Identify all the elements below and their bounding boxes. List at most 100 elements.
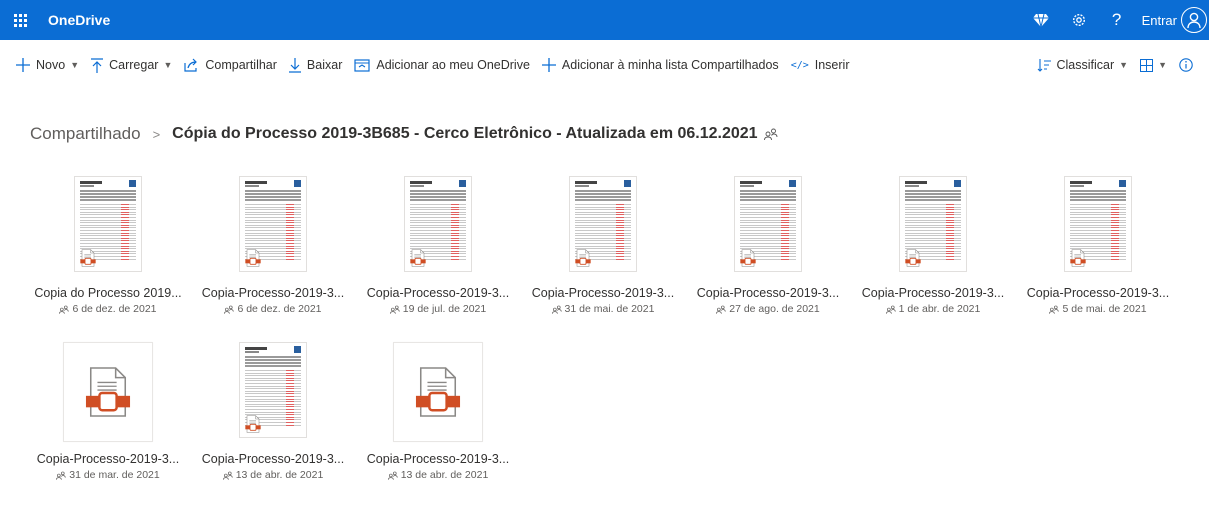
file-thumbnail[interactable]: [198, 176, 348, 276]
pdf-file-icon: [85, 367, 131, 417]
file-thumbnail[interactable]: [858, 176, 1008, 276]
file-grid: Copia do Processo 2019... 6 de dez. de 20…: [33, 176, 1203, 484]
upload-button[interactable]: Carregar ▼: [85, 49, 178, 81]
document-thumbnail: [239, 176, 307, 272]
file-tile[interactable]: Copia do Processo 2019... 6 de dez. de 20…: [33, 176, 183, 318]
file-thumbnail[interactable]: [363, 176, 513, 276]
plus-icon: [541, 58, 556, 72]
info-button[interactable]: [1173, 49, 1199, 81]
page-title: Cópia do Processo 2019-3B685 - Cerco Ele…: [172, 125, 758, 142]
shared-icon: [716, 305, 726, 314]
file-name[interactable]: Copia-Processo-2019-3...: [363, 452, 513, 466]
file-tile[interactable]: Copia-Processo-2019-3... 19 de jul. de 20…: [363, 176, 513, 318]
signin-link[interactable]: Entrar: [1142, 13, 1177, 28]
sort-icon: [1037, 58, 1051, 72]
shared-icon: [224, 305, 235, 314]
plus-icon: [16, 58, 30, 72]
file-meta: 13 de abr. de 2021: [198, 469, 348, 481]
file-name[interactable]: Copia-Processo-2019-3...: [33, 452, 183, 466]
file-thumbnail[interactable]: [693, 176, 843, 276]
file-thumbnail[interactable]: [33, 176, 183, 276]
file-thumbnail[interactable]: [33, 342, 183, 442]
shared-icon: [59, 305, 70, 314]
add-to-shared-label: Adicionar à minha lista Compartilhados: [561, 58, 779, 72]
file-thumbnail[interactable]: [363, 342, 513, 442]
shared-icon: [763, 128, 778, 140]
app-title[interactable]: OneDrive: [48, 12, 110, 28]
embed-label: Inserir: [814, 58, 850, 72]
shared-icon: [389, 305, 400, 314]
document-thumbnail: [734, 176, 802, 272]
embed-button[interactable]: </> Inserir: [785, 49, 856, 81]
shared-icon: [387, 471, 398, 480]
document-thumbnail: [569, 176, 637, 272]
file-thumbnail[interactable]: [528, 176, 678, 276]
file-thumbnail[interactable]: [198, 342, 348, 442]
file-date: 13 de abr. de 2021: [235, 469, 324, 481]
file-date: 27 de ago. de 2021: [729, 303, 820, 315]
share-icon: [184, 58, 198, 72]
add-to-onedrive-button[interactable]: Adicionar ao meu OneDrive: [348, 49, 536, 81]
shared-icon: [56, 471, 66, 480]
file-tile[interactable]: Copia-Processo-2019-3... 5 de mai. de 202…: [1023, 176, 1173, 318]
chevron-down-icon: ▼: [163, 60, 173, 70]
premium-button[interactable]: [1022, 0, 1060, 40]
file-meta: 6 de dez. de 2021: [198, 303, 348, 315]
share-button[interactable]: Compartilhar: [178, 49, 283, 81]
file-date: 19 de jul. de 2021: [402, 303, 487, 315]
pdf-file-icon: [415, 367, 461, 417]
file-name[interactable]: Copia-Processo-2019-3...: [1023, 286, 1173, 300]
file-name[interactable]: Copia-Processo-2019-3...: [198, 452, 348, 466]
file-name[interactable]: Copia-Processo-2019-3...: [198, 286, 348, 300]
file-date: 5 de mai. de 2021: [1062, 303, 1147, 315]
add-to-shared-button[interactable]: Adicionar à minha lista Compartilhados: [536, 49, 785, 81]
file-tile[interactable]: Copia-Processo-2019-3... 27 de ago. de 20…: [693, 176, 843, 318]
avatar[interactable]: [1181, 7, 1207, 33]
download-button[interactable]: Baixar: [283, 49, 348, 81]
upload-icon: [91, 57, 104, 73]
pdf-file-icon: [575, 249, 591, 267]
help-button[interactable]: ?: [1098, 0, 1136, 40]
add-to-onedrive-label: Adicionar ao meu OneDrive: [376, 58, 530, 72]
shared-icon: [222, 471, 233, 480]
new-button[interactable]: Novo ▼: [10, 49, 85, 81]
generic-file-card: [393, 342, 483, 442]
pdf-file-icon: [410, 249, 426, 267]
view-switcher-button[interactable]: ▼: [1134, 49, 1173, 81]
file-name[interactable]: Copia-Processo-2019-3...: [528, 286, 678, 300]
file-tile[interactable]: Copia-Processo-2019-3... 6 de dez. de 202…: [198, 176, 348, 318]
file-tile[interactable]: Copia-Processo-2019-3... 1 de abr. de 202…: [858, 176, 1008, 318]
shared-icon: [551, 305, 562, 314]
pdf-file-icon: [740, 249, 756, 267]
shared-icon: [1049, 305, 1060, 314]
file-date: 31 de mai. de 2021: [564, 303, 655, 315]
app-launcher-button[interactable]: [0, 0, 40, 40]
person-icon: [1187, 12, 1201, 28]
file-date: 1 de abr. de 2021: [898, 303, 981, 315]
chevron-down-icon: ▼: [1158, 60, 1167, 70]
file-thumbnail[interactable]: [1023, 176, 1173, 276]
file-name[interactable]: Copia do Processo 2019...: [33, 286, 183, 300]
pdf-file-icon: [905, 249, 921, 267]
file-tile[interactable]: Copia-Processo-2019-3... 13 de abr. de 20…: [363, 342, 513, 484]
breadcrumb-root[interactable]: Compartilhado: [30, 124, 141, 144]
file-tile[interactable]: Copia-Processo-2019-3... 31 de mai. de 20…: [528, 176, 678, 318]
file-name[interactable]: Copia-Processo-2019-3...: [693, 286, 843, 300]
document-thumbnail: [899, 176, 967, 272]
file-meta: 31 de mai. de 2021: [528, 303, 678, 315]
diamond-icon: [1032, 13, 1049, 27]
pdf-file-icon: [245, 249, 261, 267]
file-meta: 6 de dez. de 2021: [33, 303, 183, 315]
file-name[interactable]: Copia-Processo-2019-3...: [858, 286, 1008, 300]
file-name[interactable]: Copia-Processo-2019-3...: [363, 286, 513, 300]
chevron-right-icon: >: [152, 126, 161, 142]
download-icon: [288, 57, 301, 73]
breadcrumb: Compartilhado > Cópia do Processo 2019-3…: [30, 124, 778, 144]
sort-button[interactable]: Classificar ▼: [1031, 49, 1135, 81]
new-label: Novo: [36, 58, 66, 72]
waffle-icon: [13, 13, 27, 27]
file-tile[interactable]: Copia-Processo-2019-3... 13 de abr. de 20…: [198, 342, 348, 484]
file-tile[interactable]: Copia-Processo-2019-3... 31 de mar. de 20…: [33, 342, 183, 484]
suite-bar: OneDrive ? Entrar: [0, 0, 1209, 40]
settings-button[interactable]: [1060, 0, 1098, 40]
